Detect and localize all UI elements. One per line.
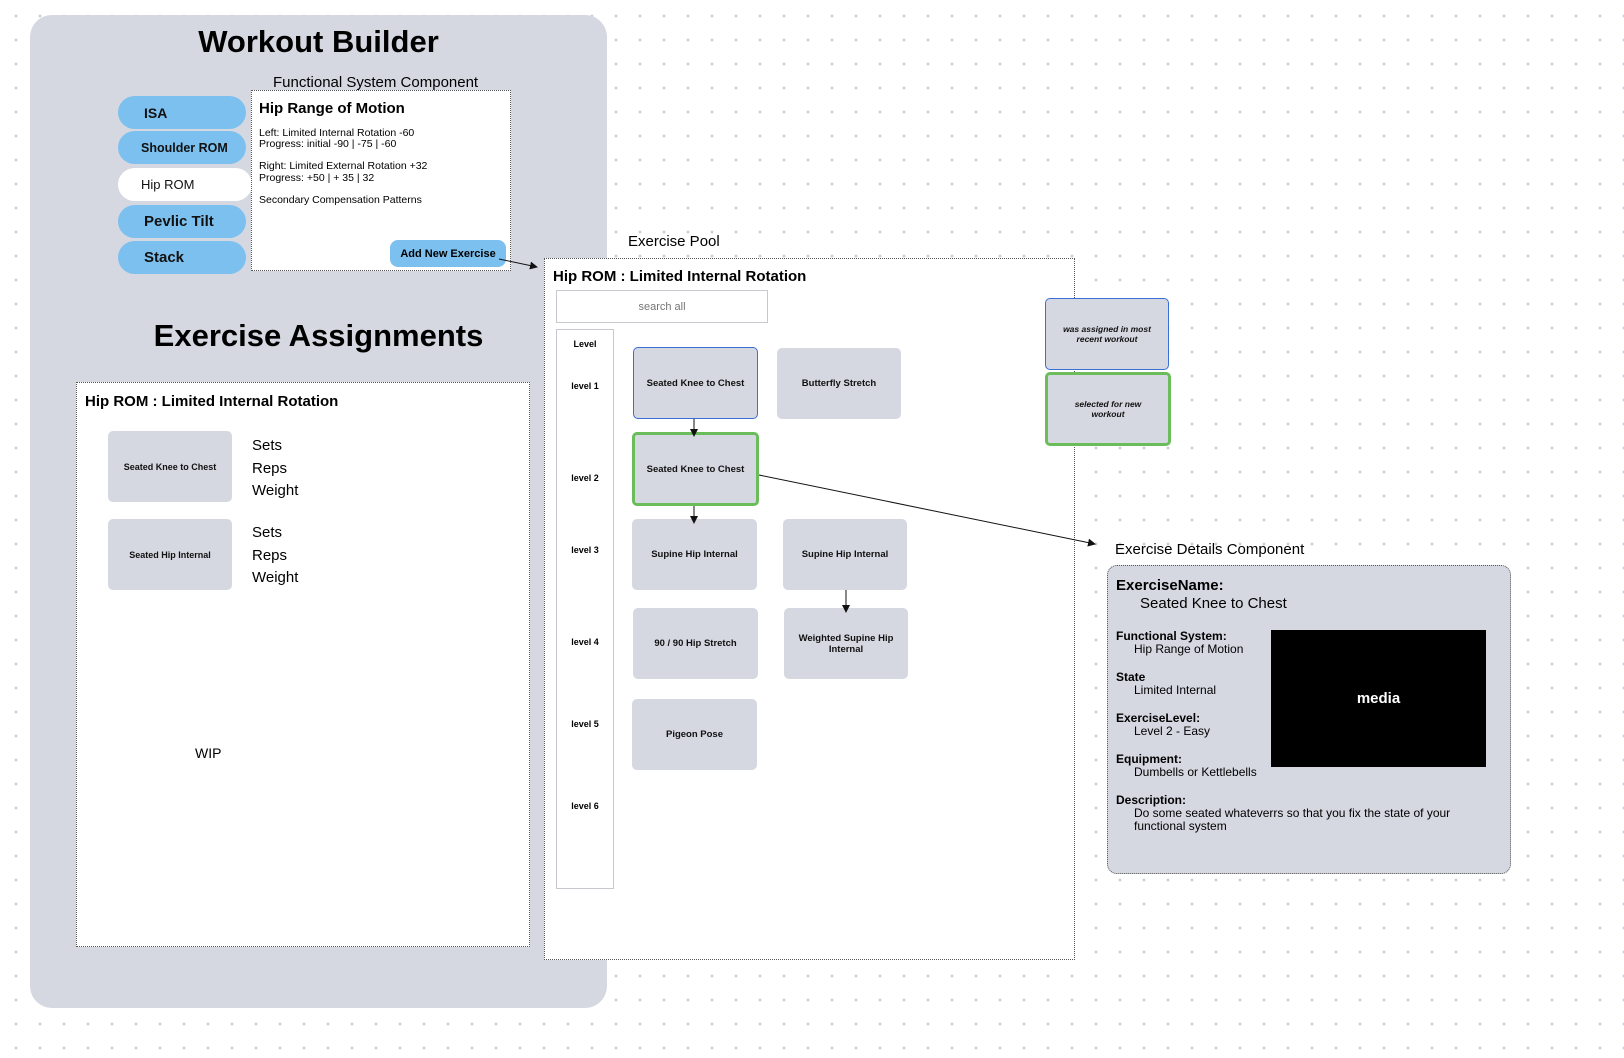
connector-arrows xyxy=(498,258,1096,613)
arrow-to-pool xyxy=(498,258,538,270)
arrow-to-details xyxy=(758,474,1096,547)
